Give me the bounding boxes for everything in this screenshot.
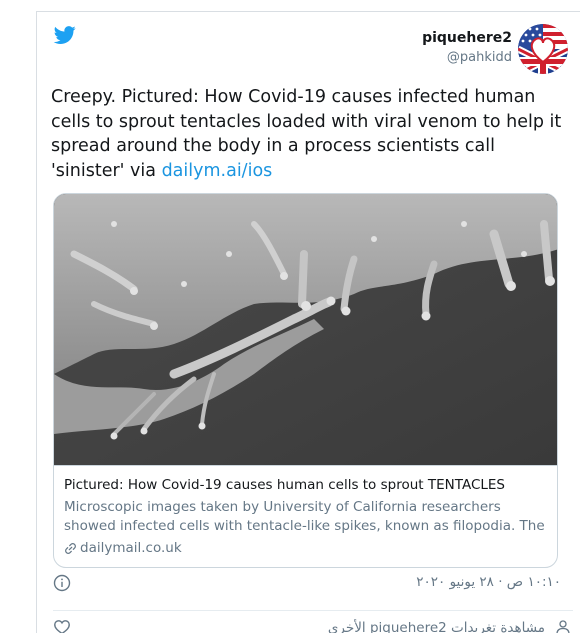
tweet-actions: مشاهدة تغريدات piquehere2 الأخرى xyxy=(53,616,573,633)
card-domain-row: dailymail.co.uk xyxy=(64,539,549,558)
twitter-bird-icon[interactable] xyxy=(53,24,77,46)
embedded-tweet: piquehere2 @pahkidd Creepy. Pictured: Ho… xyxy=(36,11,580,633)
link-icon xyxy=(65,543,76,554)
view-more-tweets-link[interactable]: مشاهدة تغريدات piquehere2 الأخرى xyxy=(328,620,545,633)
card-title[interactable]: Pictured: How Covid-19 causes human cell… xyxy=(64,476,549,495)
author-name[interactable]: piquehere2 xyxy=(422,30,512,46)
info-icon[interactable] xyxy=(53,574,71,592)
tweet-text: Creepy. Pictured: How Covid-19 causes in… xyxy=(51,85,571,183)
link-card[interactable]: Pictured: How Covid-19 causes human cell… xyxy=(53,193,558,568)
card-domain: dailymail.co.uk xyxy=(80,540,182,556)
tweet-timestamp[interactable]: ١٠:١٠ ص · ٢٨ يونيو ٢٠٢٠ xyxy=(416,574,561,590)
tweet-body: Creepy. Pictured: How Covid-19 causes in… xyxy=(51,87,562,181)
author-info[interactable]: piquehere2 @pahkidd xyxy=(422,30,512,65)
tweet-footer: ١٠:١٠ ص · ٢٨ يونيو ٢٠٢٠ xyxy=(53,572,573,596)
avatar[interactable] xyxy=(518,24,568,74)
divider xyxy=(53,610,573,611)
person-icon xyxy=(556,620,570,633)
card-description: Microscopic images taken by University o… xyxy=(64,499,545,534)
card-image[interactable] xyxy=(54,194,558,465)
card-body[interactable]: Pictured: How Covid-19 causes human cell… xyxy=(54,465,557,567)
tweet-link[interactable]: dailym.ai/ios xyxy=(162,161,273,181)
author-handle[interactable]: @pahkidd xyxy=(422,50,512,65)
heart-icon[interactable] xyxy=(53,618,71,633)
